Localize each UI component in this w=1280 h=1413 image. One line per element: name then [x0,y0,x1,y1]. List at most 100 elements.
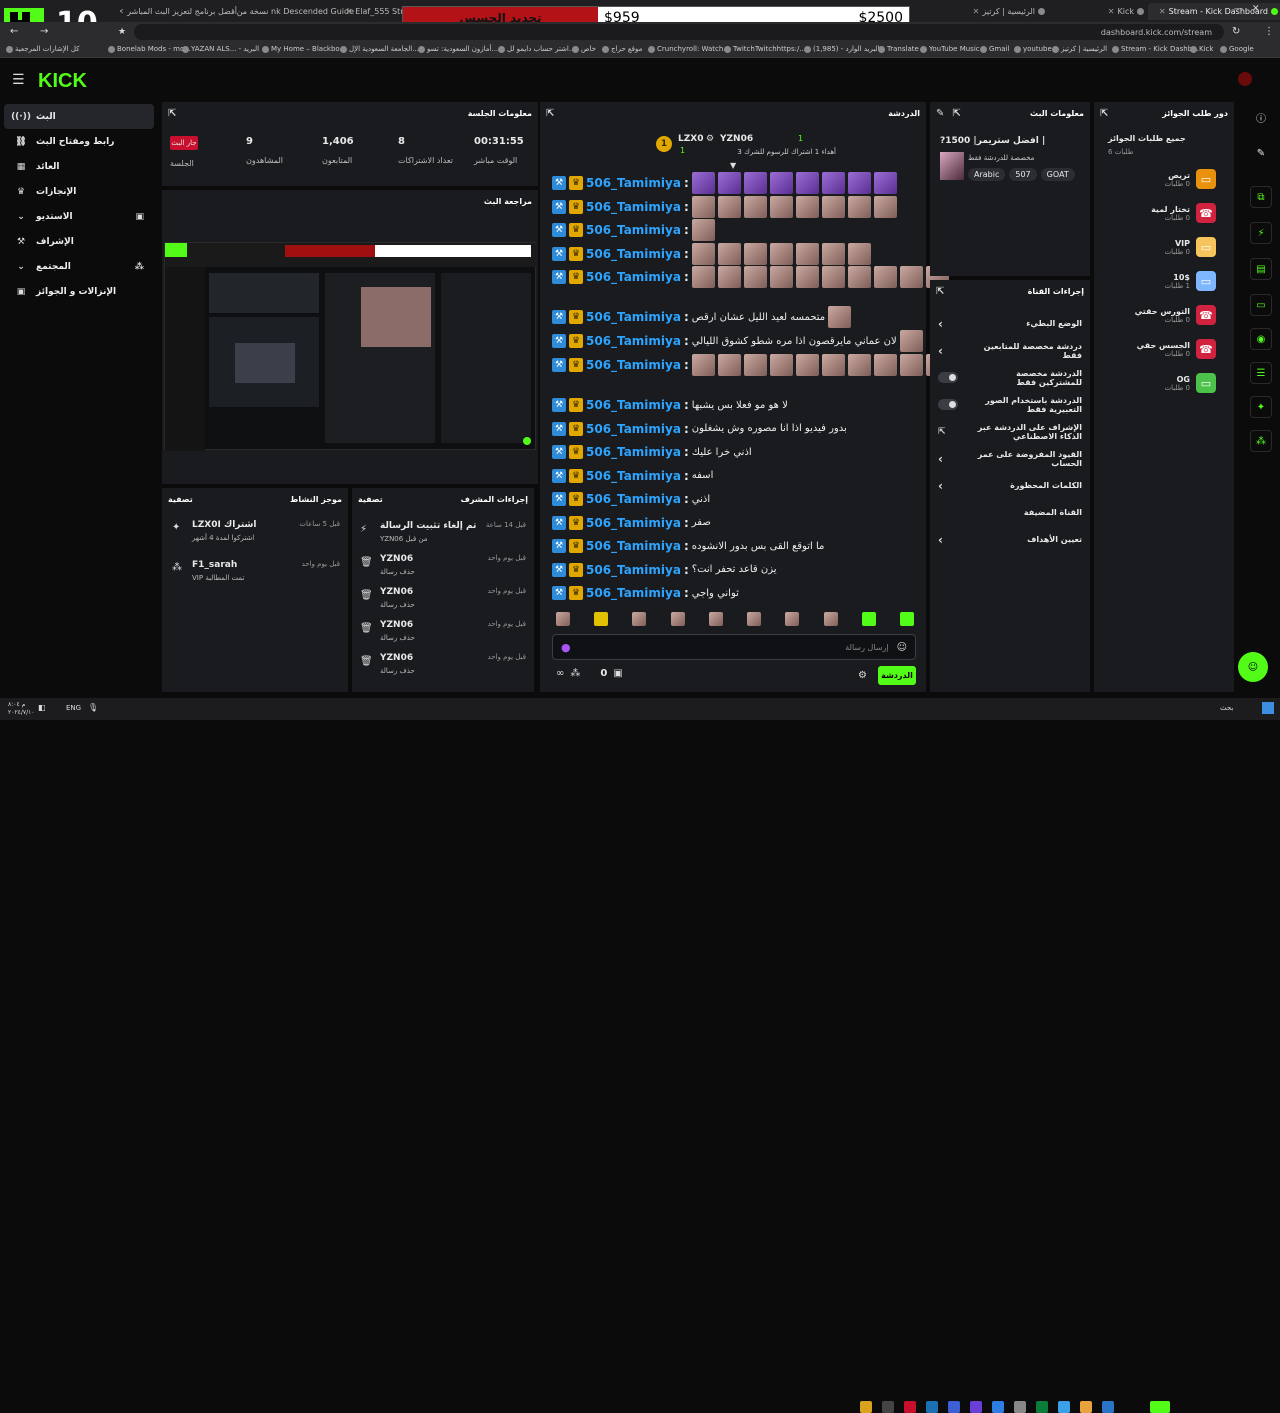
close-tab-icon[interactable]: ✕ [346,7,353,16]
app-icon[interactable] [948,1401,960,1413]
chat-username[interactable]: 506_Tamimiya [586,358,681,372]
channel-action-row[interactable]: القناة المضيفة [930,499,1090,526]
toggle-switch[interactable] [938,372,958,383]
pinned-message[interactable]: 1 LZX0 1 ⚙ YZN06 1 أهداء 1 اشتراك للرسوم… [540,128,926,170]
stream-tag[interactable]: GOAT [1040,168,1075,181]
chevron-right-icon[interactable]: › [938,452,943,466]
chat-message[interactable]: ⚒ ♛ 506_Tamimiya: لا هو مو فعلا بس يشبها [552,394,788,416]
mic-icon[interactable]: ● [561,641,571,654]
kick-logo-icon[interactable]: KICK [38,70,102,90]
taskbar-search[interactable]: بحث [1220,704,1233,712]
chat-message[interactable]: ⚒ ♛ 506_Tamimiya: اسفه [552,465,713,487]
channel-action-row[interactable]: الإشراف على الدردشة عبر الذكاء الاصطناعي… [930,418,1090,445]
emote-shortcut[interactable] [823,612,838,626]
emote-shortcut[interactable] [708,612,723,626]
mic-icon[interactable]: 🎙 [88,703,98,712]
taskbar-clock[interactable]: م ٨:٠٤ ٢٠٢٤/٧/١٠ [8,701,35,717]
kick-app-icon[interactable] [1150,1401,1170,1413]
app-icon[interactable] [1058,1401,1070,1413]
chat-message[interactable]: ⚒ ♛ 506_Tamimiya: اذني خرا عليك [552,441,752,463]
language-indicator[interactable]: ENG [66,704,81,712]
emote-shortcut[interactable] [899,612,914,626]
pencil-icon[interactable]: ✎ [1250,142,1272,164]
reward-item[interactable]: ▭ VIP 0 طلبات [1106,230,1216,264]
reward-item[interactable]: ☎ الجسس حقي 0 طلبات [1106,332,1216,366]
send-chat-button[interactable]: الدردشة [878,666,916,685]
popout-icon[interactable]: ⇱ [546,108,554,119]
nav-item[interactable]: ▦ العائد [4,154,154,179]
bookmark-item[interactable]: الرئيسية | كرتيز [1052,45,1107,53]
nav-item[interactable]: ⚒ الإشراف [4,229,154,254]
chat-message[interactable]: ⚒ ♛ 506_Tamimiya: [552,266,949,288]
chat-username[interactable]: 506_Tamimiya [586,586,681,600]
nav-item[interactable]: ♛ الإنجازات [4,179,154,204]
app-icon[interactable] [1102,1401,1114,1413]
bookmark-item[interactable]: YouTube Music [920,45,980,53]
emote-shortcut[interactable] [861,612,876,626]
chevron-right-icon[interactable]: › [938,317,943,331]
channel-action-row[interactable]: تعيين الأهداف › [930,526,1090,553]
app-icon[interactable] [1080,1401,1092,1413]
channel-action-row[interactable]: دردشة مخصصة للمتابعين فقط › [930,337,1090,364]
mod-action-item[interactable]: ⚡ تم إلغاء تثبيت الرسالة YZN06 من قبل قبل 1… [358,518,530,551]
chat-message[interactable]: ⚒ ♛ 506_Tamimiya: [552,219,715,241]
chat-username[interactable]: 506_Tamimiya [586,422,681,436]
chat-username[interactable]: 506_Tamimiya [586,247,681,261]
app-icon[interactable] [1014,1401,1026,1413]
bookmark-item[interactable]: Crunchyroll: Watch... [648,45,730,53]
close-tab-icon[interactable]: ✕ [1108,7,1115,16]
url-field[interactable]: ★ dashboard.kick.com/stream [118,24,1224,40]
nav-item[interactable]: ⌄ الاستديو ▣ [4,204,154,229]
chat-message[interactable]: ⚒ ♛ 506_Tamimiya: صفر [552,512,711,534]
bookmark-item[interactable]: اشتر حساب دايمو لل... [498,45,576,53]
activity-item[interactable]: ⁂ F1_sarah VIP تمت المطالبة قبل يوم واحد [172,558,340,592]
nav-item[interactable]: ((·)) البث [4,104,154,129]
reward-item[interactable]: ▭ 10$ 1 طلبات [1106,264,1216,298]
notification-icon[interactable]: ◧ [38,703,46,712]
browser-tab[interactable]: الرئيسية | كرتيز ✕ [930,3,1049,20]
chat-message[interactable]: ⚒ ♛ 506_Tamimiya: ما اتوقع القى بس بدور الا… [552,535,824,557]
app-icon[interactable] [926,1401,938,1413]
browser-tab[interactable]: Kick ✕ [1044,3,1148,20]
emote-shortcut[interactable] [785,612,800,626]
bookmark-item[interactable]: البريد الوارد - (1,985) [804,45,880,53]
chat-message[interactable]: ⚒ ♛ 506_Tamimiya: [552,354,949,376]
chat-input[interactable]: ● إرسال رسالة ☺ [552,634,916,660]
nav-item[interactable]: ⌄ المجتمع ⁂ [4,254,154,279]
chat-username[interactable]: 506_Tamimiya [586,563,681,577]
external-link-icon[interactable]: ⇱ [938,427,946,437]
close-tab-icon[interactable]: ✕ [120,7,124,16]
chat-message[interactable]: ⚒ ♛ 506_Tamimiya: متحمسه لعيد الليل عشان ار… [552,306,852,328]
reward-item[interactable]: ☎ تختار لمية 0 طلبات [1106,196,1216,230]
emote-shortcut[interactable] [632,612,647,626]
modactions-filter[interactable]: تصفية [358,495,383,504]
chat-username[interactable]: 506_Tamimiya [586,539,681,553]
popout-icon[interactable]: ⇱ [1100,108,1108,119]
reload-icon[interactable]: ↻ [1232,26,1240,37]
minimize-icon[interactable]: — [1234,4,1243,14]
emote-shortcut[interactable] [556,612,570,626]
chat-username[interactable]: 506_Tamimiya [586,398,681,412]
emote-shortcut[interactable] [670,612,685,626]
gift-icon[interactable]: ▣ [613,668,622,679]
app-icon[interactable] [992,1401,1004,1413]
app-icon[interactable] [882,1401,894,1413]
app-icon[interactable] [904,1401,916,1413]
people-icon[interactable]: ⁂ [1250,430,1272,452]
bookmark-item[interactable]: Translate [878,45,919,53]
popout-icon[interactable]: ⇱ [952,108,960,119]
bookmark-item[interactable]: youtube [1014,45,1052,53]
chat-username[interactable]: 506_Tamimiya [586,176,681,190]
bookmark-item[interactable]: Stream - Kick Dashb... [1112,45,1199,53]
bookmark-item[interactable]: موقع حراج [602,45,642,53]
close-tab-icon[interactable]: ✕ [973,7,980,16]
chat-message[interactable]: ⚒ ♛ 506_Tamimiya: اذني [552,488,710,510]
bookmark-item[interactable]: كل الإشارات المرجعية [6,45,80,53]
info-icon[interactable]: ⓘ [1250,106,1272,128]
emote-shortcut[interactable] [747,612,762,626]
nav-item[interactable]: ⛓ رابط ومفتاح البث [4,129,154,154]
stream-tag[interactable]: 507 [1009,168,1037,181]
channel-action-row[interactable]: الدردشة مخصصة للمشتركين فقط [930,364,1090,391]
chevron-down-icon[interactable]: ▼ [730,161,736,170]
crop-icon[interactable]: ⧉ [1250,186,1272,208]
